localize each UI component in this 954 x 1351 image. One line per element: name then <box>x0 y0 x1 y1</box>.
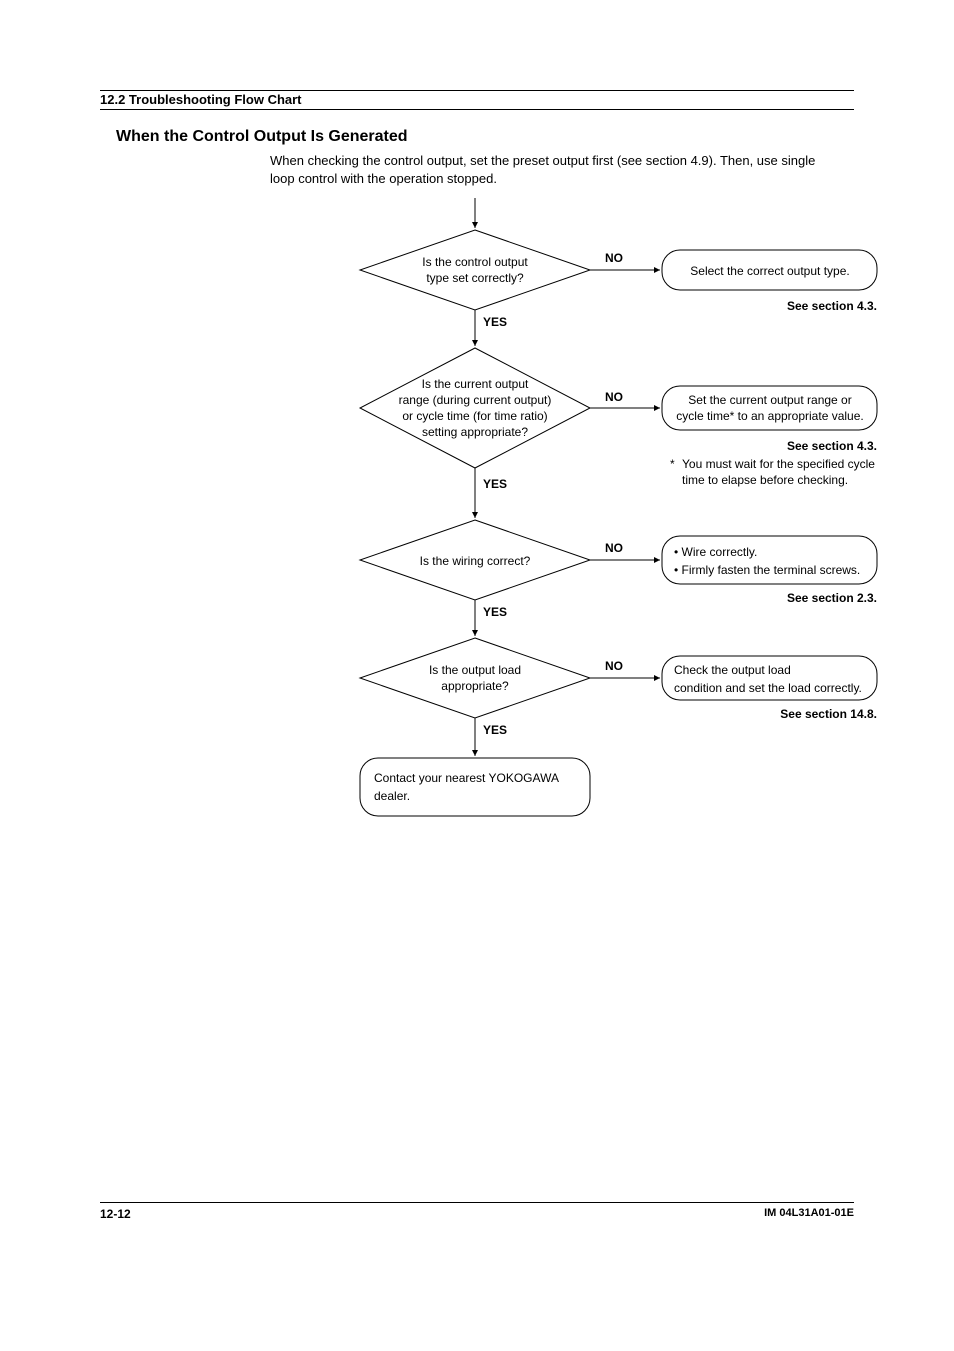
yes-label-1: YES <box>483 315 507 329</box>
no-label-4: NO <box>605 659 623 673</box>
term-l2: dealer. <box>374 789 410 803</box>
d4-l1: Is the output load <box>429 663 521 677</box>
a2-star: * <box>670 457 675 471</box>
a2-note-l1: You must wait for the specified cycle <box>682 457 875 471</box>
page-number: 12-12 <box>100 1207 131 1221</box>
a2-l2: cycle time* to an appropriate value. <box>676 409 863 423</box>
action-wiring: • Wire correctly. • Firmly fasten the te… <box>662 536 877 584</box>
a3-ref: See section 2.3. <box>787 591 877 605</box>
page-subtitle: When the Control Output Is Generated <box>116 128 854 146</box>
page-footer: 12-12 IM 04L31A01-01E <box>100 1202 854 1221</box>
action-set-range: Set the current output range or cycle ti… <box>662 386 877 430</box>
decision-output-range: Is the current output range (during curr… <box>360 348 590 468</box>
d2-l3: or cycle time (for time ratio) <box>402 409 547 423</box>
section-header: 12.2 Troubleshooting Flow Chart <box>100 90 854 110</box>
d1-line1: Is the control output <box>422 255 528 269</box>
yes-label-4: YES <box>483 723 507 737</box>
a4-ref: See section 14.8. <box>780 707 877 721</box>
decision-wiring: Is the wiring correct? <box>360 520 590 600</box>
document-id: IM 04L31A01-01E <box>764 1207 854 1219</box>
d2-l1: Is the current output <box>422 377 529 391</box>
flowchart: Is the control output type set correctly… <box>270 198 830 838</box>
d4-l2: appropriate? <box>441 679 509 693</box>
a2-ref: See section 4.3. <box>787 439 877 453</box>
action-select-output-type: Select the correct output type. <box>662 250 877 290</box>
action-load: Check the output load condition and set … <box>662 656 877 700</box>
term-l1: Contact your nearest YOKOGAWA <box>374 771 559 785</box>
no-label-3: NO <box>605 541 623 555</box>
a1-ref: See section 4.3. <box>787 299 877 313</box>
a2-l1: Set the current output range or <box>688 393 851 407</box>
d2-l4: setting appropriate? <box>422 425 528 439</box>
d2-l2: range (during current output) <box>399 393 552 407</box>
no-label-2: NO <box>605 390 623 404</box>
terminal-contact-dealer: Contact your nearest YOKOGAWA dealer. <box>360 758 590 816</box>
a4-l2: condition and set the load correctly. <box>674 681 862 695</box>
yes-label-3: YES <box>483 605 507 619</box>
intro-text: When checking the control output, set th… <box>270 152 840 188</box>
a3-l1: • Wire correctly. <box>674 545 757 559</box>
yes-label-2: YES <box>483 477 507 491</box>
d3-text: Is the wiring correct? <box>420 554 531 568</box>
a2-note-l2: time to elapse before checking. <box>682 473 848 487</box>
decision-output-load: Is the output load appropriate? <box>360 638 590 718</box>
a3-l2: • Firmly fasten the terminal screws. <box>674 563 860 577</box>
a1-text: Select the correct output type. <box>690 264 849 278</box>
d1-line2: type set correctly? <box>426 271 524 285</box>
a4-l1: Check the output load <box>674 663 791 677</box>
decision-output-type: Is the control output type set correctly… <box>360 230 590 310</box>
no-label-1: NO <box>605 251 623 265</box>
